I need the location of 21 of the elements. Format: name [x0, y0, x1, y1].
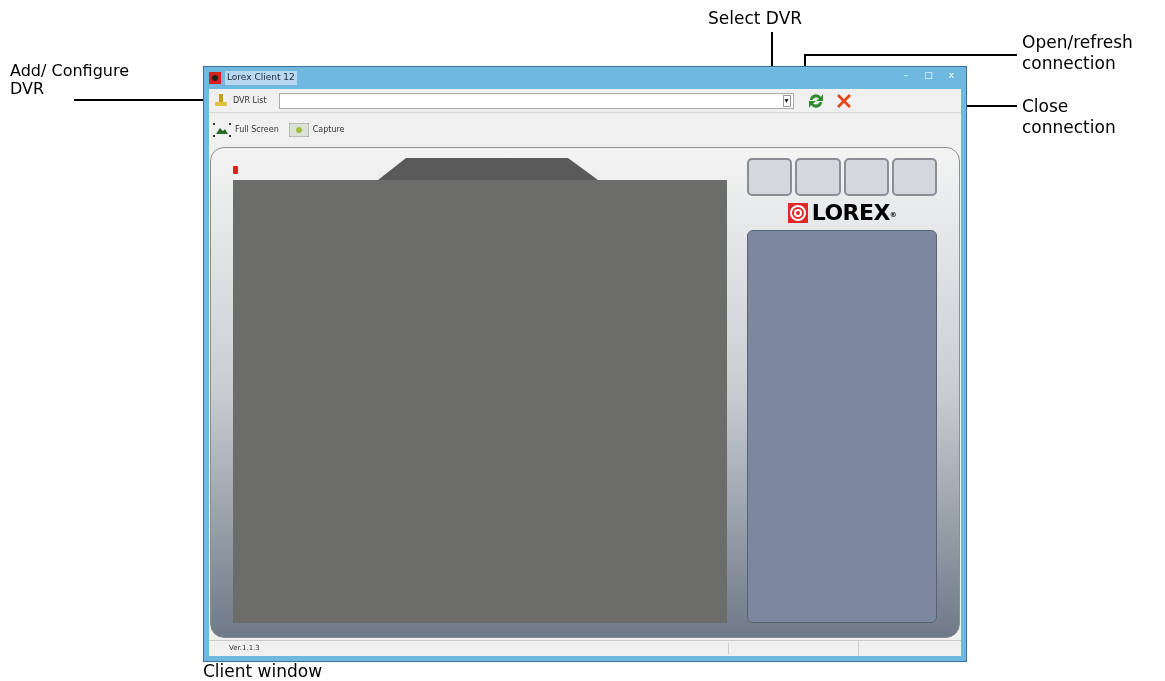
status-indicator-icon — [233, 166, 238, 174]
callout-label: Add/ Configure DVR — [10, 62, 130, 98]
callout-label: Open/refresh connection — [1022, 32, 1134, 74]
logo-icon — [787, 203, 808, 223]
dvr-list-label: DVR List — [233, 94, 267, 107]
channel-button[interactable] — [891, 158, 937, 196]
channel-button[interactable] — [843, 158, 889, 196]
fullscreen-icon — [213, 123, 231, 137]
full-screen-button[interactable]: Full Screen — [213, 123, 279, 137]
callout-label: Select DVR — [708, 8, 803, 28]
camera-icon — [288, 123, 309, 137]
capture-button[interactable]: Capture — [288, 123, 345, 137]
app-icon — [209, 72, 221, 84]
callout-label: Close connection — [1022, 96, 1117, 138]
dvr-select-dropdown[interactable]: ▾ — [278, 92, 794, 109]
brand-logo: LOREX$^{®}$ — [811, 202, 897, 224]
window-title: Lorex Client 12 — [225, 71, 297, 85]
figure-caption: Client window — [203, 662, 323, 681]
plug-icon — [213, 93, 229, 108]
channel-button[interactable] — [747, 158, 793, 196]
channel-button[interactable] — [795, 158, 841, 196]
